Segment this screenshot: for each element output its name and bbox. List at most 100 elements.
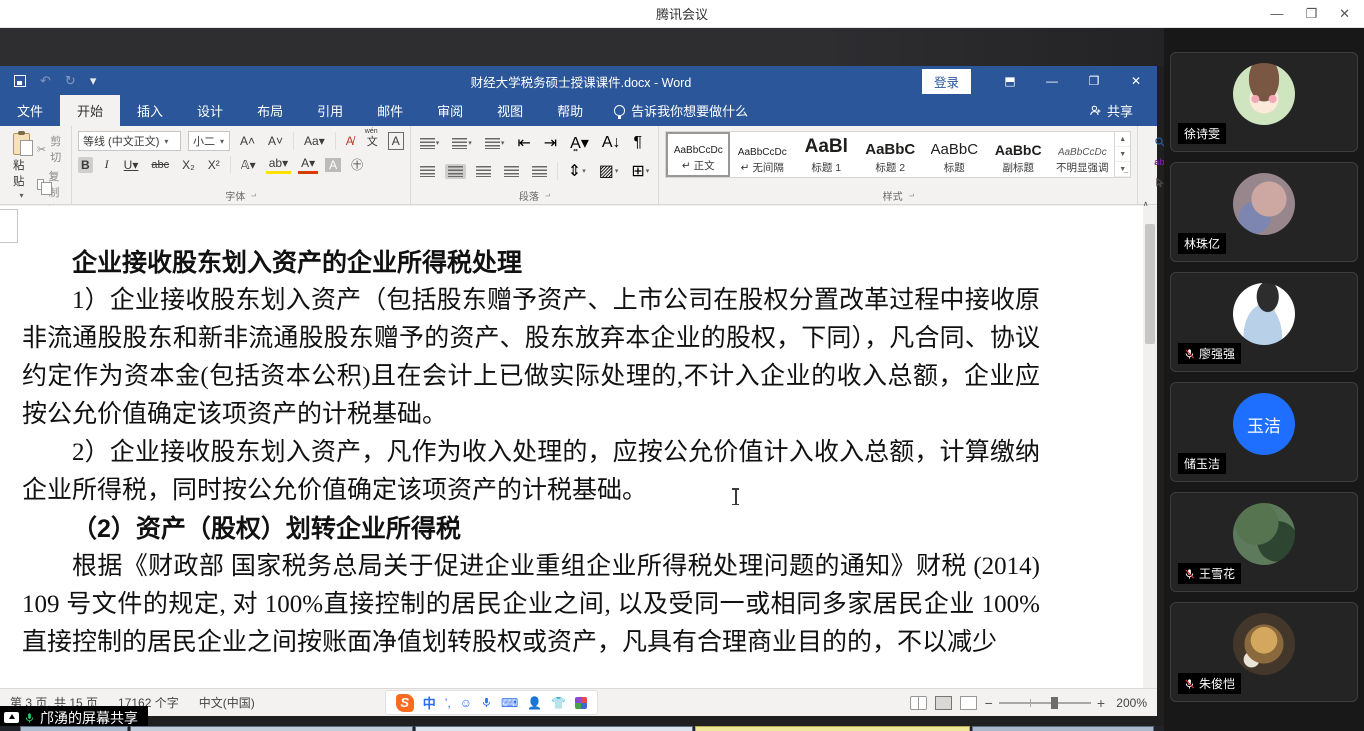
increase-indent-icon[interactable]: ⇥ <box>541 131 560 155</box>
tab-review[interactable]: 审阅 <box>420 95 480 126</box>
word-close-button[interactable]: ✕ <box>1115 66 1157 96</box>
document-paragraph[interactable]: 根据《财政部 国家税务总局关于促进企业重组企业所得税处理问题的通知》财税 (20… <box>22 548 1040 662</box>
style-subtitle[interactable]: AaBbC 副标题 <box>986 132 1050 177</box>
document-paragraph[interactable]: 2）企业接收股东划入资产，凡作为收入处理的，应按公允价值计入收入总额，计算缴纳企… <box>22 434 1040 510</box>
taskbar-window-button[interactable] <box>130 726 413 731</box>
participant-tile[interactable]: 廖强强 <box>1170 272 1358 372</box>
subscript-button[interactable]: X₂ <box>179 157 198 173</box>
multilevel-list-icon[interactable]: ▾ <box>482 136 508 151</box>
web-layout-icon[interactable] <box>960 696 977 710</box>
tab-file[interactable]: 文件 <box>0 95 60 126</box>
language-indicator[interactable]: 中文(中国) <box>189 694 265 711</box>
print-layout-icon[interactable] <box>935 696 952 710</box>
cut-button[interactable]: ✂剪切 <box>37 133 65 165</box>
tab-design[interactable]: 设计 <box>180 95 240 126</box>
tab-insert[interactable]: 插入 <box>120 95 180 126</box>
styles-dialog-launcher-icon[interactable]: ⌐ <box>909 191 914 201</box>
taskbar-window-button[interactable] <box>695 726 970 731</box>
undo-icon[interactable]: ↶ <box>40 73 51 89</box>
word-restore-button[interactable]: ❐ <box>1073 66 1115 96</box>
meeting-minimize-button[interactable]: — <box>1270 0 1283 28</box>
zoom-slider-thumb[interactable] <box>1051 697 1058 709</box>
ime-account-icon[interactable]: 👤 <box>527 696 542 710</box>
enclose-characters-button[interactable]: ㊉ <box>348 155 366 174</box>
meeting-restore-button[interactable]: ❐ <box>1305 0 1317 28</box>
participant-tile[interactable]: 王雪花 <box>1170 492 1358 592</box>
paragraph-dialog-launcher-icon[interactable]: ⌐ <box>545 191 550 201</box>
ime-punctuation-icon[interactable]: ’, <box>445 696 451 710</box>
grow-font-button[interactable]: A˄ <box>237 133 258 149</box>
customize-qat-icon[interactable]: ▾ <box>90 73 97 89</box>
copy-button[interactable]: 复制 <box>37 168 65 200</box>
italic-button[interactable]: I <box>100 156 114 173</box>
align-center-icon[interactable] <box>445 164 466 179</box>
bold-button[interactable]: B <box>78 157 93 173</box>
change-case-button[interactable]: Aa▾ <box>301 133 328 149</box>
zoom-in-icon[interactable]: + <box>1097 695 1105 711</box>
phonetic-guide-button[interactable]: wén文 <box>364 132 381 150</box>
save-icon[interactable] <box>14 75 26 87</box>
tab-references[interactable]: 引用 <box>300 95 360 126</box>
underline-button[interactable]: U▾ <box>121 157 142 173</box>
sort-icon[interactable]: A↓ <box>599 132 624 154</box>
decrease-indent-icon[interactable]: ⇤ <box>514 131 533 155</box>
distribute-icon[interactable] <box>529 164 550 179</box>
meeting-close-button[interactable]: ✕ <box>1339 0 1350 28</box>
taskbar-window-button[interactable] <box>972 726 1154 731</box>
word-share-button[interactable]: 共享 <box>1065 95 1157 126</box>
line-spacing-icon[interactable]: ⇕▾ <box>565 159 589 183</box>
align-right-icon[interactable] <box>473 164 494 179</box>
word-minimize-button[interactable]: — <box>1031 66 1073 96</box>
styles-scroll-up-icon[interactable]: ▲ <box>1115 132 1130 147</box>
ime-emoji-icon[interactable]: ☺ <box>460 696 472 710</box>
document-paragraph[interactable]: 1）企业接收股东划入资产（包括股东赠予资产、上市公司在股权分置改革过程中接收原非… <box>22 282 1040 434</box>
participant-tile[interactable]: 朱俊恺 <box>1170 602 1358 702</box>
participant-tile[interactable]: 林珠亿 <box>1170 162 1358 262</box>
ime-keyboard-icon[interactable]: ⌨ <box>501 696 518 710</box>
font-color-button[interactable]: A▾ <box>298 155 318 174</box>
style-heading1[interactable]: AaBl 标题 1 <box>794 132 858 177</box>
numbered-list-icon[interactable]: ▾ <box>449 136 475 151</box>
document-canvas[interactable]: 企业接收股东划入资产的企业所得税处理 1）企业接收股东划入资产（包括股东赠予资产… <box>0 206 1157 688</box>
style-normal[interactable]: AaBbCcDc ↵ 正文 <box>666 132 730 177</box>
ime-toolbox-icon[interactable] <box>575 697 587 709</box>
taskbar-window-button[interactable] <box>415 726 693 731</box>
justify-icon[interactable] <box>501 164 522 179</box>
ime-voice-icon[interactable] <box>481 696 492 709</box>
style-heading2[interactable]: AaBbC 标题 2 <box>858 132 922 177</box>
shading-icon[interactable]: ▨▾ <box>596 159 622 183</box>
ribbon-display-options-icon[interactable]: ⬒ <box>989 66 1031 96</box>
character-border-button[interactable]: A <box>388 132 404 150</box>
scrollbar-thumb[interactable] <box>1145 224 1155 344</box>
clear-format-icon[interactable]: A̸ <box>343 133 357 149</box>
bullet-list-icon[interactable]: ▾ <box>417 136 443 151</box>
shrink-font-button[interactable]: A˅ <box>265 133 286 149</box>
strikethrough-button[interactable]: abc <box>148 158 172 172</box>
zoom-out-icon[interactable]: − <box>985 695 993 711</box>
taskbar-window-button[interactable] <box>20 726 128 731</box>
align-left-icon[interactable] <box>417 164 438 179</box>
redo-icon[interactable]: ↻ <box>65 73 76 89</box>
zoom-percentage[interactable]: 200% <box>1111 696 1147 710</box>
ime-language-mode-icon[interactable]: 中 <box>423 693 436 712</box>
login-button[interactable]: 登录 <box>922 69 971 94</box>
text-effects-icon[interactable]: 𝔸▾ <box>238 157 259 173</box>
style-no-spacing[interactable]: AaBbCcDc ↵ 无间隔 <box>730 132 794 177</box>
character-shading-button[interactable]: A <box>325 158 341 172</box>
font-name-combo[interactable]: 等线 (中文正文)▾ <box>78 131 181 151</box>
document-heading[interactable]: 企业接收股东划入资产的企业所得税处理 <box>22 244 1040 282</box>
borders-icon[interactable]: ⊞▾ <box>628 159 652 183</box>
participant-tile[interactable]: 徐诗雯 <box>1170 52 1358 152</box>
tab-home[interactable]: 开始 <box>60 95 120 126</box>
highlight-color-button[interactable]: ab▾ <box>266 155 291 174</box>
styles-scroll-down-icon[interactable]: ▼ <box>1115 147 1130 162</box>
font-size-combo[interactable]: 小二▾ <box>188 131 230 151</box>
tell-me-box[interactable]: 告诉我你想要做什么 <box>600 95 762 126</box>
font-dialog-launcher-icon[interactable]: ⌐ <box>251 191 256 201</box>
style-title[interactable]: AaBbC 标题 <box>922 132 986 177</box>
read-mode-icon[interactable] <box>910 696 927 710</box>
paste-button[interactable]: 粘贴 ▾ <box>6 131 37 202</box>
participant-tile[interactable]: 玉洁 储玉洁 <box>1170 382 1358 482</box>
asian-layout-icon[interactable]: A͍▾ <box>567 131 592 155</box>
document-heading[interactable]: （2）资产（股权）划转企业所得税 <box>22 510 1040 548</box>
